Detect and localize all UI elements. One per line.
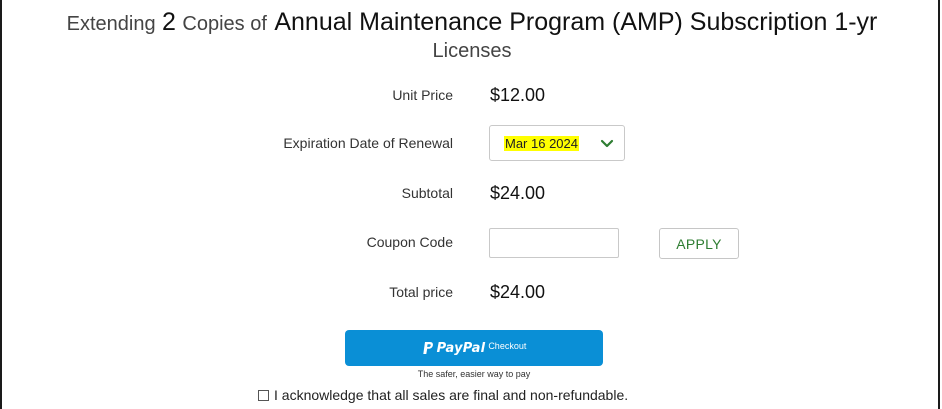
subtotal-label: Subtotal <box>401 185 453 201</box>
subtotal-value: $24.00 <box>490 183 546 203</box>
title-prefix: Extending <box>66 13 156 35</box>
paypal-checkout-text: Checkout <box>488 341 527 351</box>
unit-price-label: Unit Price <box>392 87 453 103</box>
acknowledgement-text: I acknowledge that all sales are final a… <box>274 387 629 403</box>
renewal-panel: Extending 2 Copies of Annual Maintenance… <box>0 0 940 409</box>
chevron-down-icon <box>600 139 614 148</box>
total-price-value: $24.00 <box>490 282 546 302</box>
coupon-label: Coupon Code <box>366 234 453 250</box>
paypal-logo-icon <box>422 342 433 354</box>
title-quantity: 2 <box>162 8 176 36</box>
title-copies-of: Copies of <box>182 13 267 35</box>
total-price-label: Total price <box>389 284 453 300</box>
acknowledgement-checkbox[interactable] <box>258 389 269 401</box>
acknowledgement-row: I acknowledge that all sales are final a… <box>258 387 628 403</box>
paypal-brand-text: PayPal <box>436 340 486 356</box>
title-suffix: Licenses <box>432 40 512 62</box>
paypal-tagline: The safer, easier way to pay <box>417 369 531 379</box>
expiration-date-select[interactable]: Mar 16 2024 <box>489 125 625 161</box>
coupon-input[interactable] <box>489 228 619 258</box>
title-product: Annual Maintenance Program (AMP) Subscri… <box>274 8 878 36</box>
expiration-label: Expiration Date of Renewal <box>283 135 453 151</box>
apply-coupon-button[interactable]: APPLY <box>659 228 739 259</box>
unit-price-value: $12.00 <box>490 85 546 105</box>
expiration-date-value: Mar 16 2024 <box>504 136 579 151</box>
paypal-checkout-button[interactable]: PayPal Checkout <box>345 330 603 366</box>
